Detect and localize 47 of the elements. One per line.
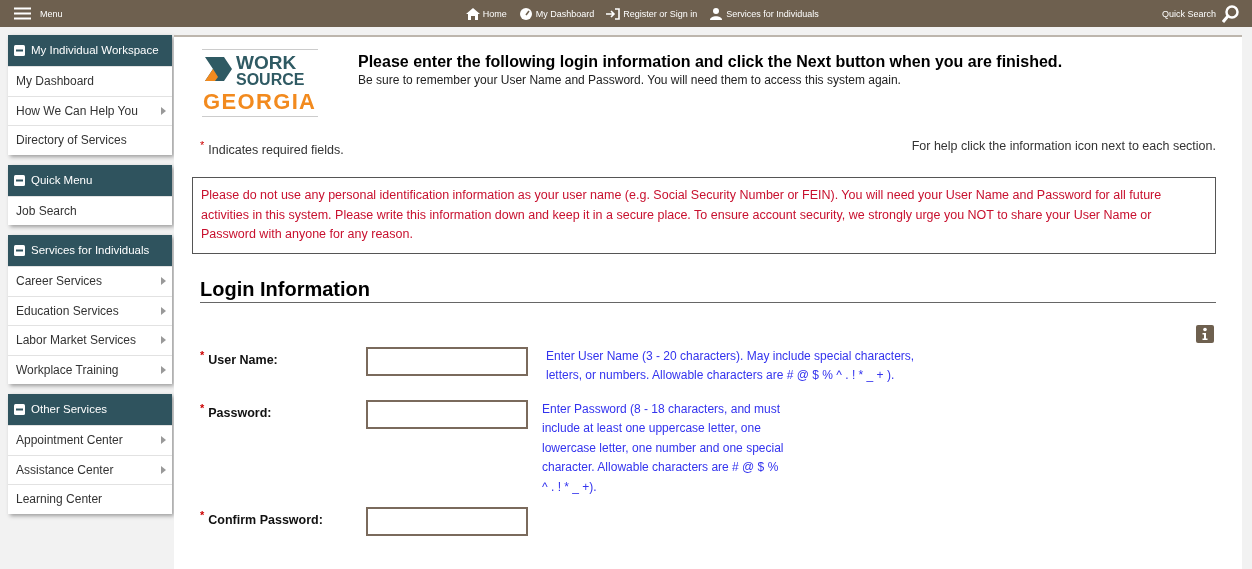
sidebar-item[interactable]: Learning Center: [8, 484, 172, 514]
sidebar-heading[interactable]: Other Services: [8, 394, 172, 425]
sidebar-item[interactable]: Directory of Services: [8, 125, 172, 155]
person-icon: [709, 7, 724, 20]
nav-link[interactable]: Register or Sign in: [606, 7, 698, 20]
search-icon[interactable]: [1222, 4, 1240, 23]
sidebar-item[interactable]: Job Search: [8, 195, 172, 225]
sidebar-item[interactable]: Labor Market Services: [8, 325, 172, 355]
field-help: Enter User Name (3 - 20 characters). May include special characters, letters, or numbers. Allowable characters are # @ $ % ^ . ! * _ + ).: [546, 347, 916, 385]
page-subheading: Be sure to remember your User Name and Password. You will need them to access this system again.: [358, 73, 902, 87]
input-field[interactable]: [366, 399, 528, 429]
sidebar-item[interactable]: Workplace Training: [8, 354, 172, 384]
input-field[interactable]: [366, 346, 528, 376]
sign-in-icon: [606, 7, 621, 20]
menu-button[interactable]: Menu: [14, 7, 63, 20]
nav-link[interactable]: Services for Individuals: [709, 7, 819, 20]
sidebar-heading[interactable]: Services for Individuals: [8, 235, 172, 266]
collapse-icon: [14, 404, 25, 415]
sidebar-item[interactable]: Assistance Center: [8, 454, 172, 484]
sidebar-item[interactable]: Career Services: [8, 266, 172, 296]
input-field[interactable]: [366, 507, 528, 537]
info-icon[interactable]: [1196, 324, 1214, 343]
field-help: Enter Password (8 - 18 characters, and must include at least one uppercase letter, one lowercase letter, one number and one special character. Allowable characters are # @ $ % ^ . ! * _ +).: [542, 400, 785, 496]
menu-icon: [14, 7, 31, 20]
quick-search-link[interactable]: Quick Search: [1161, 8, 1216, 19]
collapse-icon: [14, 45, 25, 56]
sidebar-item[interactable]: Education Services: [8, 295, 172, 325]
logo: WORK SOURCE GEORGIA: [202, 49, 318, 117]
sidebar-item[interactable]: Appointment Center: [8, 425, 172, 455]
sidebar-heading[interactable]: Quick Menu: [8, 164, 172, 196]
section-title: Login Information: [200, 277, 1216, 303]
help-note: For help click the information icon next to each section.: [911, 139, 1216, 155]
sidebar-item[interactable]: My Dashboard: [8, 66, 172, 96]
collapse-icon: [14, 174, 25, 186]
field-label: $^{*}$ User Name:: [200, 347, 279, 369]
nav-link[interactable]: My Dashboard: [518, 7, 595, 20]
home-icon: [465, 7, 480, 20]
collapse-icon: [14, 245, 25, 256]
page-heading: Please enter the following login information and click the Next button when you are finished.: [358, 53, 1063, 71]
required-note: $^{*}$ Indicates required fields.: [200, 139, 344, 158]
warning-notice: Please do not use any personal identification information as your user name (e.g. Social Security Number or FEIN). You will need your User Name and Password for all future activities in this system. Please write this information down and keep it in a secure place. To ensure account security, we strongly urge you NOT to share your User Name or Password with anyone for any reason.: [192, 177, 1216, 254]
field-label: $^{*}$ Confirm Password:: [200, 508, 324, 530]
sidebar-item[interactable]: How We Can Help You: [8, 95, 172, 125]
gauge-icon: [518, 7, 533, 20]
nav-link[interactable]: Home: [465, 7, 507, 20]
field-label: $^{*}$ Password:: [200, 400, 273, 422]
sidebar-heading[interactable]: My Individual Workspace: [8, 35, 172, 66]
